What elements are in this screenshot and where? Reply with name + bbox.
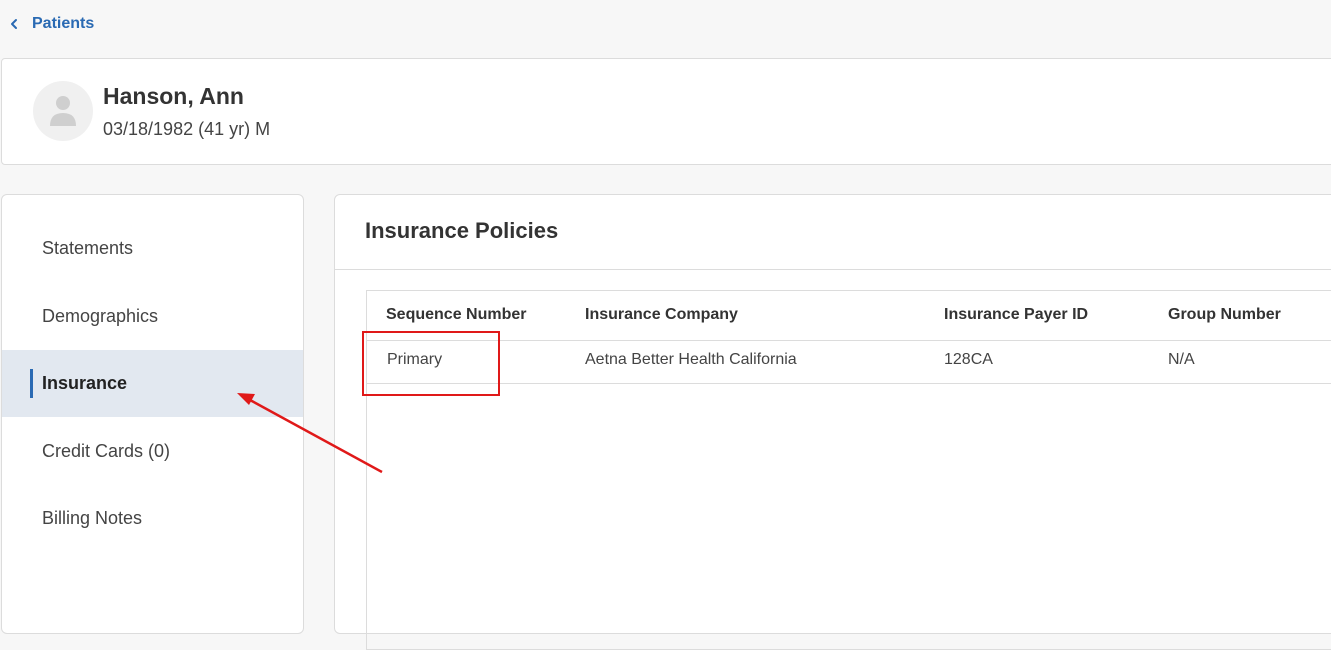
column-header-insurance-payer-id[interactable]: Insurance Payer ID (944, 306, 1088, 324)
patient-header-card: Hanson, Ann 03/18/1982 (41 yr) M (1, 58, 1331, 165)
sequence-number-link[interactable]: Primary (387, 351, 442, 369)
insurance-table: Sequence Number Insurance Company Insura… (366, 290, 1331, 650)
sidebar-item-label: Demographics (42, 306, 159, 326)
user-avatar-icon (50, 96, 76, 126)
patient-name: Hanson, Ann (103, 83, 244, 109)
back-link-label: Patients (32, 15, 95, 32)
sidebar-item-statements[interactable]: Statements (2, 215, 303, 282)
insurance-company-cell: Aetna Better Health California (585, 351, 797, 368)
column-header-group-number[interactable]: Group Number (1168, 306, 1281, 324)
payer-id-cell: 128CA (944, 351, 993, 368)
title-divider (335, 269, 1331, 270)
column-header-insurance-company[interactable]: Insurance Company (585, 306, 738, 324)
group-number-cell: N/A (1168, 351, 1195, 368)
patient-dob-age-sex: 03/18/1982 (41 yr) M (103, 119, 271, 139)
patient-sidebar-nav: Statements Demographics Insurance Credit… (1, 194, 304, 634)
sidebar-item-label: Statements (42, 238, 134, 258)
table-header-row: Sequence Number Insurance Company Insura… (367, 291, 1331, 341)
sidebar-item-label: Credit Cards (0) (42, 441, 171, 461)
avatar (33, 81, 93, 141)
insurance-policies-panel: Insurance Policies Sequence Number Insur… (334, 194, 1331, 650)
sidebar-item-demographics[interactable]: Demographics (2, 283, 303, 350)
page-title: Insurance Policies (365, 218, 559, 243)
sidebar-item-billing-notes[interactable]: Billing Notes (2, 485, 303, 552)
chevron-left-icon (11, 19, 17, 29)
sidebar-item-insurance[interactable]: Insurance (2, 350, 303, 417)
sidebar-item-label: Billing Notes (42, 508, 143, 528)
back-to-patients-link[interactable]: Patients (8, 12, 94, 36)
column-header-sequence-number[interactable]: Sequence Number (386, 306, 526, 324)
sidebar-item-label: Insurance (42, 373, 128, 393)
table-row[interactable]: Primary Aetna Better Health California 1… (367, 340, 1331, 384)
sidebar-item-credit-cards[interactable]: Credit Cards (0) (2, 418, 303, 485)
